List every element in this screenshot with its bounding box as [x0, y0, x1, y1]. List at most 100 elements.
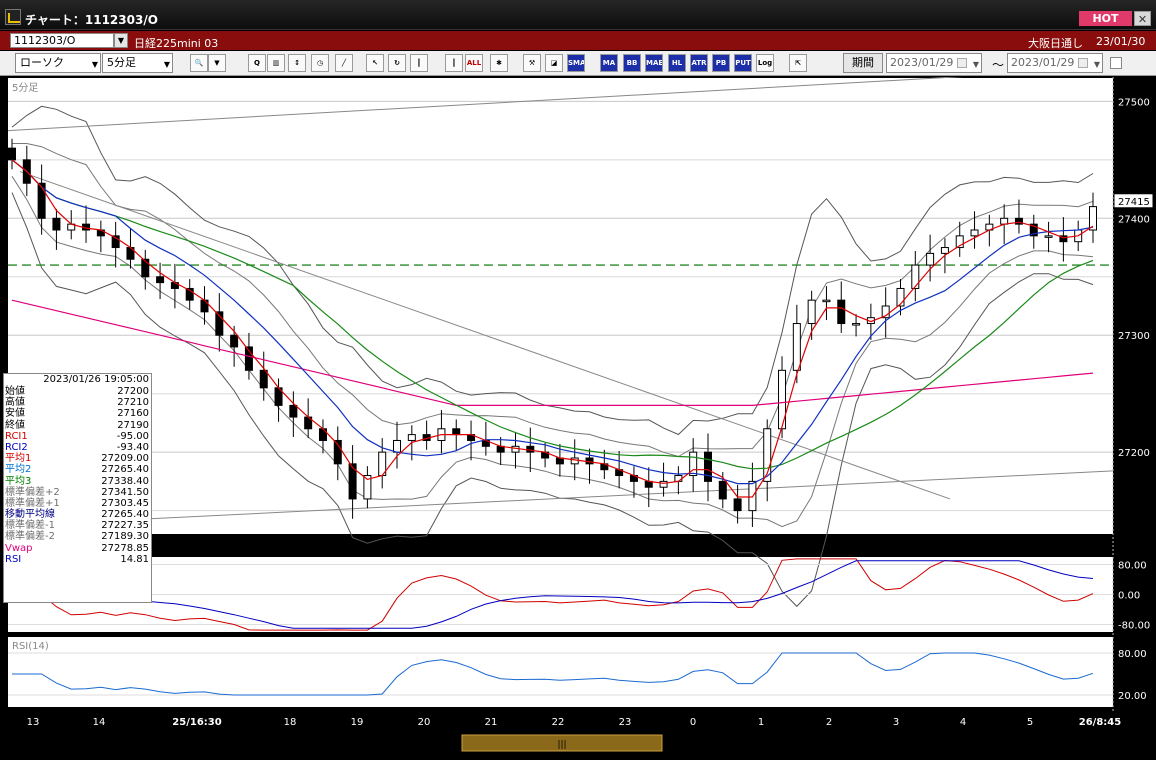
time-tick-label: 5	[1027, 717, 1033, 728]
scrollbar-grip-icon: |||	[557, 740, 566, 750]
draw-line-icon[interactable]: ╱	[335, 54, 353, 72]
data-panel-row: RCI1 -95.00	[4, 431, 151, 442]
indicator-mae[interactable]: MAE	[645, 54, 663, 72]
search-icon[interactable]: 🔍	[190, 54, 208, 72]
candle-body	[8, 147, 16, 161]
calendar-icon[interactable]	[957, 58, 967, 68]
date-to-input[interactable]: 2023/01/29 ▼	[1007, 53, 1103, 73]
data-panel-row: 標準偏差+1 27303.45	[4, 498, 151, 509]
symbol-code-input[interactable]: 1112303/O	[10, 33, 114, 48]
data-panel-label: 移動平均線	[5, 509, 55, 521]
chart-type-select[interactable]: ローソク ▼	[15, 53, 101, 73]
date-range-separator: ～	[992, 58, 1005, 72]
candle-body	[926, 252, 935, 266]
data-panel-row: 標準偏差-2 27189.30	[4, 531, 151, 542]
data-panel-row: 安値 27160	[4, 408, 151, 419]
data-panel-value: 27160	[117, 408, 149, 420]
indicator-pb[interactable]: PB	[712, 54, 730, 72]
color-palette-icon[interactable]: ◪	[545, 54, 563, 72]
candle-icon[interactable]: ┃	[410, 54, 428, 72]
clock-icon[interactable]: ◷	[311, 54, 329, 72]
export-icon[interactable]: ⇱	[789, 54, 807, 72]
candle-body	[570, 457, 579, 465]
price-tick-label: 27500	[1118, 97, 1150, 108]
candle-body	[852, 323, 861, 326]
all-button[interactable]: ALL	[465, 54, 483, 72]
candle-body	[52, 217, 61, 231]
candle-body	[970, 229, 979, 237]
time-tick-label: 23	[619, 717, 632, 728]
settings-icon[interactable]: ⚒	[523, 54, 541, 72]
interval-value: 5分足	[107, 56, 136, 69]
chart-toolbar: ローソク ▼ 5分足 ▼ 🔍 ▼ Q ▥ ↕ ◷ ╱ ↖ ↻ ┃ ┃ ALL ✱ ⚒ ◪ SMA MA BB MAE…	[0, 51, 1156, 76]
data-panel-row: 標準偏差+2 27341.50	[4, 487, 151, 498]
log-button[interactable]: Log	[756, 54, 774, 72]
candle-body	[452, 428, 461, 436]
candle-body	[822, 299, 831, 303]
bidask-icon[interactable]: ↕	[288, 54, 306, 72]
indicator-bb[interactable]: BB	[623, 54, 641, 72]
data-panel-datetime: 2023/01/26 19:05:00	[43, 374, 149, 385]
symbol-date: 23/01/30	[1096, 35, 1146, 48]
data-panel-row: RSI 14.81	[4, 554, 151, 565]
option-checkbox[interactable]	[1110, 57, 1122, 69]
rci-tick-label: 0.00	[1118, 591, 1140, 602]
lookup-icon[interactable]: ▼	[208, 54, 226, 72]
data-panel-label: 標準偏差+1	[5, 497, 60, 509]
title-bar: チャート：1112303/O HOT ✕	[0, 0, 1156, 30]
chevron-down-icon[interactable]: ▼	[1094, 56, 1100, 74]
data-panel-label: 平均3	[5, 475, 32, 487]
chart-type-value: ローソク	[20, 56, 64, 69]
data-panel-label: RSI	[5, 553, 22, 565]
chevron-down-icon[interactable]: ▼	[973, 56, 979, 74]
indicator-atr[interactable]: ATR	[690, 54, 708, 72]
data-panel-label: 始値	[5, 386, 25, 397]
indicator-sma[interactable]: SMA	[567, 54, 585, 72]
data-panel-value: 27338.40	[101, 475, 149, 487]
candle-color-icon[interactable]: ┃	[445, 54, 463, 72]
zoom-icon[interactable]: Q	[248, 54, 266, 72]
rci-tick-label: 80.00	[1118, 561, 1147, 572]
symbol-name: 日経225mini 03	[134, 37, 219, 50]
hot-button[interactable]: HOT	[1079, 11, 1132, 26]
main-pane	[8, 78, 1113, 534]
date-from-input[interactable]: 2023/01/29 ▼	[886, 53, 982, 73]
time-tick-label: 21	[485, 717, 498, 728]
time-tick-label: 26/8:45	[1079, 717, 1121, 728]
data-panel-label: 標準偏差+2	[5, 486, 60, 498]
price-chart[interactable]: 27500 27400 27300 27200 27415 5分足 80.00 0.00 -80…	[0, 77, 1156, 760]
candle-body	[911, 264, 920, 289]
candle-body	[511, 445, 520, 453]
close-icon[interactable]: ✕	[1134, 11, 1151, 26]
time-tick-label: 14	[93, 717, 106, 728]
redo-icon[interactable]: ↻	[388, 54, 406, 72]
candle-body	[718, 480, 727, 500]
period-button[interactable]: 期間	[843, 53, 883, 73]
app-chart-icon	[5, 9, 21, 25]
data-panel-value: -93.40	[116, 441, 149, 453]
bar-chart-icon[interactable]: ▥	[267, 54, 285, 72]
rsi-pane-label: RSI(14)	[12, 641, 49, 652]
data-panel-value: 27265.40	[101, 509, 149, 521]
rsi-pane	[8, 637, 1113, 707]
data-panel-value: 27190	[117, 419, 149, 431]
time-tick-label: 0	[690, 717, 696, 728]
indicator-hl[interactable]: HL	[668, 54, 686, 72]
candle-body	[703, 451, 712, 482]
data-panel-label: 高値	[5, 397, 25, 409]
pointer-icon[interactable]: ↖	[366, 54, 384, 72]
indicator-ma[interactable]: MA	[600, 54, 618, 72]
interval-select[interactable]: 5分足 ▼	[102, 53, 173, 73]
data-panel-value: 27209.00	[101, 453, 149, 465]
tools-icon[interactable]: ✱	[490, 54, 508, 72]
data-panel-label: 平均1	[5, 453, 32, 465]
data-panel-row: 平均1 27209.00	[4, 453, 151, 464]
calendar-icon[interactable]	[1078, 58, 1088, 68]
data-panel-label: 標準偏差-1	[5, 520, 55, 532]
data-panel-row: 始値 27200	[4, 386, 151, 397]
data-panel-label: 安値	[5, 408, 25, 420]
symbol-dropdown-chevron-down-icon[interactable]: ▼	[114, 33, 128, 48]
data-panel-label: 平均2	[5, 464, 32, 476]
data-panel-row: RCI2 -93.40	[4, 442, 151, 453]
indicator-put[interactable]: PUT	[734, 54, 752, 72]
